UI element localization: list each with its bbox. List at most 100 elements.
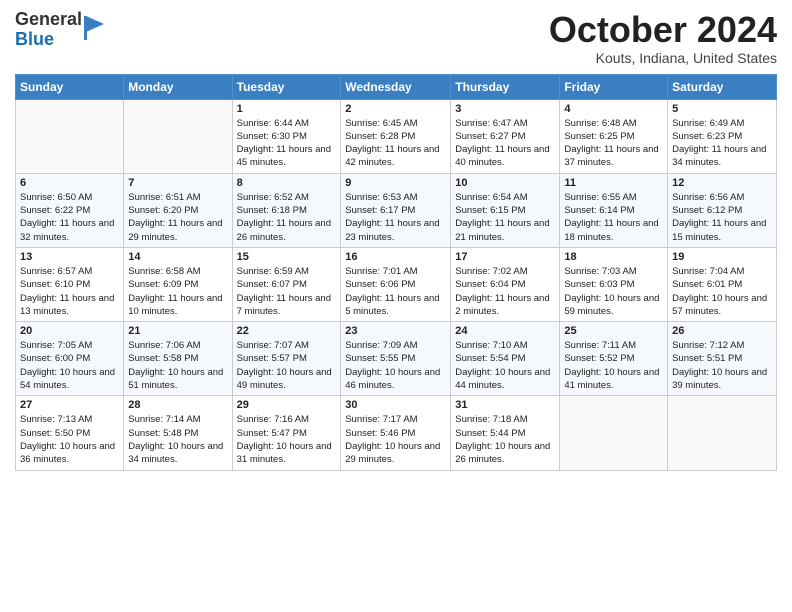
col-header-sunday: Sunday xyxy=(16,74,124,99)
day-number: 23 xyxy=(345,325,446,337)
day-info: Sunrise: 6:47 AM Sunset: 6:27 PM Dayligh… xyxy=(455,117,555,170)
calendar-cell: 8 Sunrise: 6:52 AM Sunset: 6:18 PM Daylig… xyxy=(232,173,341,247)
day-info: Sunrise: 7:04 AM Sunset: 6:01 PM Dayligh… xyxy=(672,265,772,318)
month-title: October 2024 xyxy=(549,10,777,50)
day-info: Sunrise: 7:18 AM Sunset: 5:44 PM Dayligh… xyxy=(455,413,555,466)
calendar-cell: 10 Sunrise: 6:54 AM Sunset: 6:15 PM Dayli… xyxy=(451,173,560,247)
day-number: 10 xyxy=(455,177,555,189)
calendar-cell xyxy=(16,99,124,173)
day-number: 17 xyxy=(455,251,555,263)
day-info: Sunrise: 6:48 AM Sunset: 6:25 PM Dayligh… xyxy=(564,117,663,170)
col-header-monday: Monday xyxy=(124,74,232,99)
calendar-cell xyxy=(124,99,232,173)
day-number: 13 xyxy=(20,251,119,263)
logo-general: General xyxy=(15,10,82,30)
day-info: Sunrise: 6:44 AM Sunset: 6:30 PM Dayligh… xyxy=(237,117,337,170)
calendar-cell: 24Sunrise: 7:10 AM Sunset: 5:54 PM Dayli… xyxy=(451,322,560,396)
day-info: Sunrise: 7:12 AM Sunset: 5:51 PM Dayligh… xyxy=(672,339,772,392)
col-header-saturday: Saturday xyxy=(668,74,777,99)
day-number: 3 xyxy=(455,103,555,115)
day-info: Sunrise: 6:51 AM Sunset: 6:20 PM Dayligh… xyxy=(128,191,227,244)
calendar-week-3: 13 Sunrise: 6:57 AM Sunset: 6:10 PM Dayli… xyxy=(16,247,777,321)
day-number: 20 xyxy=(20,325,119,337)
day-info: Sunrise: 7:11 AM Sunset: 5:52 PM Dayligh… xyxy=(564,339,663,392)
calendar-cell: 29 Sunrise: 7:16 AM Sunset: 5:47 PM Dayli… xyxy=(232,396,341,470)
day-number: 26 xyxy=(672,325,772,337)
calendar-cell: 7 Sunrise: 6:51 AM Sunset: 6:20 PM Daylig… xyxy=(124,173,232,247)
day-number: 29 xyxy=(237,399,337,411)
calendar-cell xyxy=(668,396,777,470)
day-number: 18 xyxy=(564,251,663,263)
day-info: Sunrise: 7:14 AM Sunset: 5:48 PM Dayligh… xyxy=(128,413,227,466)
day-info: Sunrise: 6:49 AM Sunset: 6:23 PM Dayligh… xyxy=(672,117,772,170)
day-number: 19 xyxy=(672,251,772,263)
calendar-cell: 16Sunrise: 7:01 AM Sunset: 6:06 PM Dayli… xyxy=(341,247,451,321)
day-number: 6 xyxy=(20,177,119,189)
calendar-cell: 17 Sunrise: 7:02 AM Sunset: 6:04 PM Dayli… xyxy=(451,247,560,321)
calendar-cell: 15Sunrise: 6:59 AM Sunset: 6:07 PM Dayli… xyxy=(232,247,341,321)
day-info: Sunrise: 6:59 AM Sunset: 6:07 PM Dayligh… xyxy=(237,265,337,318)
day-number: 14 xyxy=(128,251,227,263)
day-info: Sunrise: 7:09 AM Sunset: 5:55 PM Dayligh… xyxy=(345,339,446,392)
day-info: Sunrise: 6:53 AM Sunset: 6:17 PM Dayligh… xyxy=(345,191,446,244)
day-info: Sunrise: 6:45 AM Sunset: 6:28 PM Dayligh… xyxy=(345,117,446,170)
day-info: Sunrise: 6:57 AM Sunset: 6:10 PM Dayligh… xyxy=(20,265,119,318)
title-block: October 2024 Kouts, Indiana, United Stat… xyxy=(549,10,777,66)
calendar-cell: 11 Sunrise: 6:55 AM Sunset: 6:14 PM Dayli… xyxy=(560,173,668,247)
calendar-cell: 30 Sunrise: 7:17 AM Sunset: 5:46 PM Dayli… xyxy=(341,396,451,470)
calendar-cell: 4 Sunrise: 6:48 AM Sunset: 6:25 PM Daylig… xyxy=(560,99,668,173)
col-header-thursday: Thursday xyxy=(451,74,560,99)
day-number: 1 xyxy=(237,103,337,115)
calendar-header-row: SundayMondayTuesdayWednesdayThursdayFrid… xyxy=(16,74,777,99)
calendar-cell: 5 Sunrise: 6:49 AM Sunset: 6:23 PM Daylig… xyxy=(668,99,777,173)
day-info: Sunrise: 7:17 AM Sunset: 5:46 PM Dayligh… xyxy=(345,413,446,466)
day-number: 7 xyxy=(128,177,227,189)
day-number: 9 xyxy=(345,177,446,189)
calendar-cell: 12Sunrise: 6:56 AM Sunset: 6:12 PM Dayli… xyxy=(668,173,777,247)
calendar-cell: 19 Sunrise: 7:04 AM Sunset: 6:01 PM Dayli… xyxy=(668,247,777,321)
day-number: 11 xyxy=(564,177,663,189)
day-info: Sunrise: 7:02 AM Sunset: 6:04 PM Dayligh… xyxy=(455,265,555,318)
day-info: Sunrise: 7:16 AM Sunset: 5:47 PM Dayligh… xyxy=(237,413,337,466)
calendar-cell: 1 Sunrise: 6:44 AM Sunset: 6:30 PM Daylig… xyxy=(232,99,341,173)
day-number: 24 xyxy=(455,325,555,337)
day-info: Sunrise: 6:58 AM Sunset: 6:09 PM Dayligh… xyxy=(128,265,227,318)
calendar-cell: 6 Sunrise: 6:50 AM Sunset: 6:22 PM Daylig… xyxy=(16,173,124,247)
header: General Blue October 2024 Kouts, Indiana… xyxy=(15,10,777,66)
calendar-cell: 9 Sunrise: 6:53 AM Sunset: 6:17 PM Daylig… xyxy=(341,173,451,247)
day-info: Sunrise: 6:52 AM Sunset: 6:18 PM Dayligh… xyxy=(237,191,337,244)
day-number: 25 xyxy=(564,325,663,337)
col-header-tuesday: Tuesday xyxy=(232,74,341,99)
calendar-cell: 3 Sunrise: 6:47 AM Sunset: 6:27 PM Daylig… xyxy=(451,99,560,173)
page: General Blue October 2024 Kouts, Indiana… xyxy=(0,0,792,612)
day-number: 5 xyxy=(672,103,772,115)
day-info: Sunrise: 6:55 AM Sunset: 6:14 PM Dayligh… xyxy=(564,191,663,244)
calendar-cell: 22 Sunrise: 7:07 AM Sunset: 5:57 PM Dayli… xyxy=(232,322,341,396)
calendar-cell: 23 Sunrise: 7:09 AM Sunset: 5:55 PM Dayli… xyxy=(341,322,451,396)
calendar-cell: 26 Sunrise: 7:12 AM Sunset: 5:51 PM Dayli… xyxy=(668,322,777,396)
calendar-cell: 21Sunrise: 7:06 AM Sunset: 5:58 PM Dayli… xyxy=(124,322,232,396)
calendar-cell: 27 Sunrise: 7:13 AM Sunset: 5:50 PM Dayli… xyxy=(16,396,124,470)
calendar-cell: 20Sunrise: 7:05 AM Sunset: 6:00 PM Dayli… xyxy=(16,322,124,396)
day-info: Sunrise: 7:13 AM Sunset: 5:50 PM Dayligh… xyxy=(20,413,119,466)
day-info: Sunrise: 7:01 AM Sunset: 6:06 PM Dayligh… xyxy=(345,265,446,318)
day-number: 30 xyxy=(345,399,446,411)
day-number: 8 xyxy=(237,177,337,189)
day-info: Sunrise: 7:06 AM Sunset: 5:58 PM Dayligh… xyxy=(128,339,227,392)
calendar-cell: 2Sunrise: 6:45 AM Sunset: 6:28 PM Daylig… xyxy=(341,99,451,173)
calendar-cell: 31Sunrise: 7:18 AM Sunset: 5:44 PM Dayli… xyxy=(451,396,560,470)
day-info: Sunrise: 7:07 AM Sunset: 5:57 PM Dayligh… xyxy=(237,339,337,392)
col-header-wednesday: Wednesday xyxy=(341,74,451,99)
day-number: 22 xyxy=(237,325,337,337)
day-info: Sunrise: 7:03 AM Sunset: 6:03 PM Dayligh… xyxy=(564,265,663,318)
calendar-week-2: 6 Sunrise: 6:50 AM Sunset: 6:22 PM Daylig… xyxy=(16,173,777,247)
day-number: 28 xyxy=(128,399,227,411)
col-header-friday: Friday xyxy=(560,74,668,99)
day-number: 4 xyxy=(564,103,663,115)
location: Kouts, Indiana, United States xyxy=(549,50,777,66)
day-info: Sunrise: 6:54 AM Sunset: 6:15 PM Dayligh… xyxy=(455,191,555,244)
day-info: Sunrise: 6:50 AM Sunset: 6:22 PM Dayligh… xyxy=(20,191,119,244)
calendar-cell: 28 Sunrise: 7:14 AM Sunset: 5:48 PM Dayli… xyxy=(124,396,232,470)
day-number: 27 xyxy=(20,399,119,411)
calendar-week-5: 27 Sunrise: 7:13 AM Sunset: 5:50 PM Dayli… xyxy=(16,396,777,470)
